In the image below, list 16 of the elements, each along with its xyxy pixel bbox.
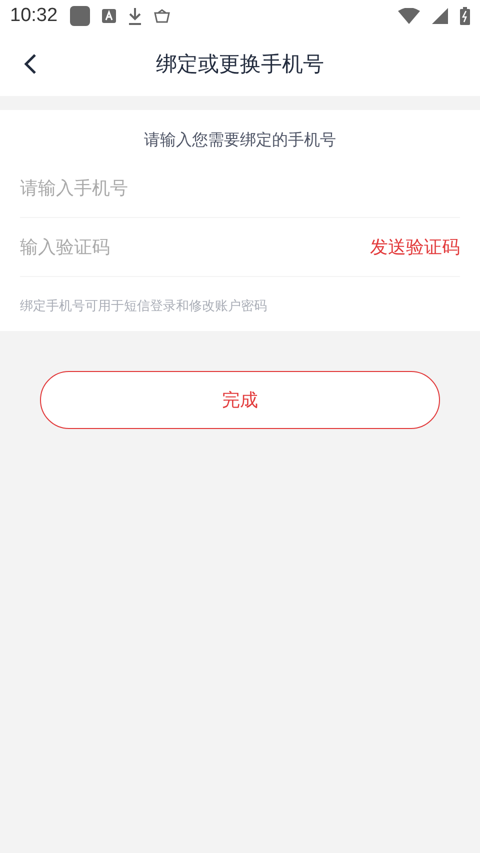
code-input-field[interactable]: 输入验证码 <box>20 227 370 267</box>
send-code-button[interactable]: 发送验证码 <box>370 235 460 259</box>
download-icon <box>128 7 142 25</box>
signal-icon <box>432 8 448 24</box>
letter-a-icon <box>102 9 116 23</box>
page-title: 绑定或更换手机号 <box>156 51 324 78</box>
status-time: 10:32 <box>10 5 58 27</box>
phone-input-field[interactable]: 请输入手机号 <box>20 168 460 208</box>
wifi-icon <box>398 8 420 24</box>
app-icon <box>70 6 90 26</box>
form-prompt: 请输入您需要绑定的手机号 <box>143 129 337 151</box>
submit-button[interactable]: 完成 <box>40 371 440 429</box>
back-icon <box>23 53 37 75</box>
basket-icon <box>154 9 170 23</box>
battery-icon <box>460 7 470 25</box>
hint-text: 绑定手机号可用于短信登录和修改账户密码 <box>20 298 268 315</box>
